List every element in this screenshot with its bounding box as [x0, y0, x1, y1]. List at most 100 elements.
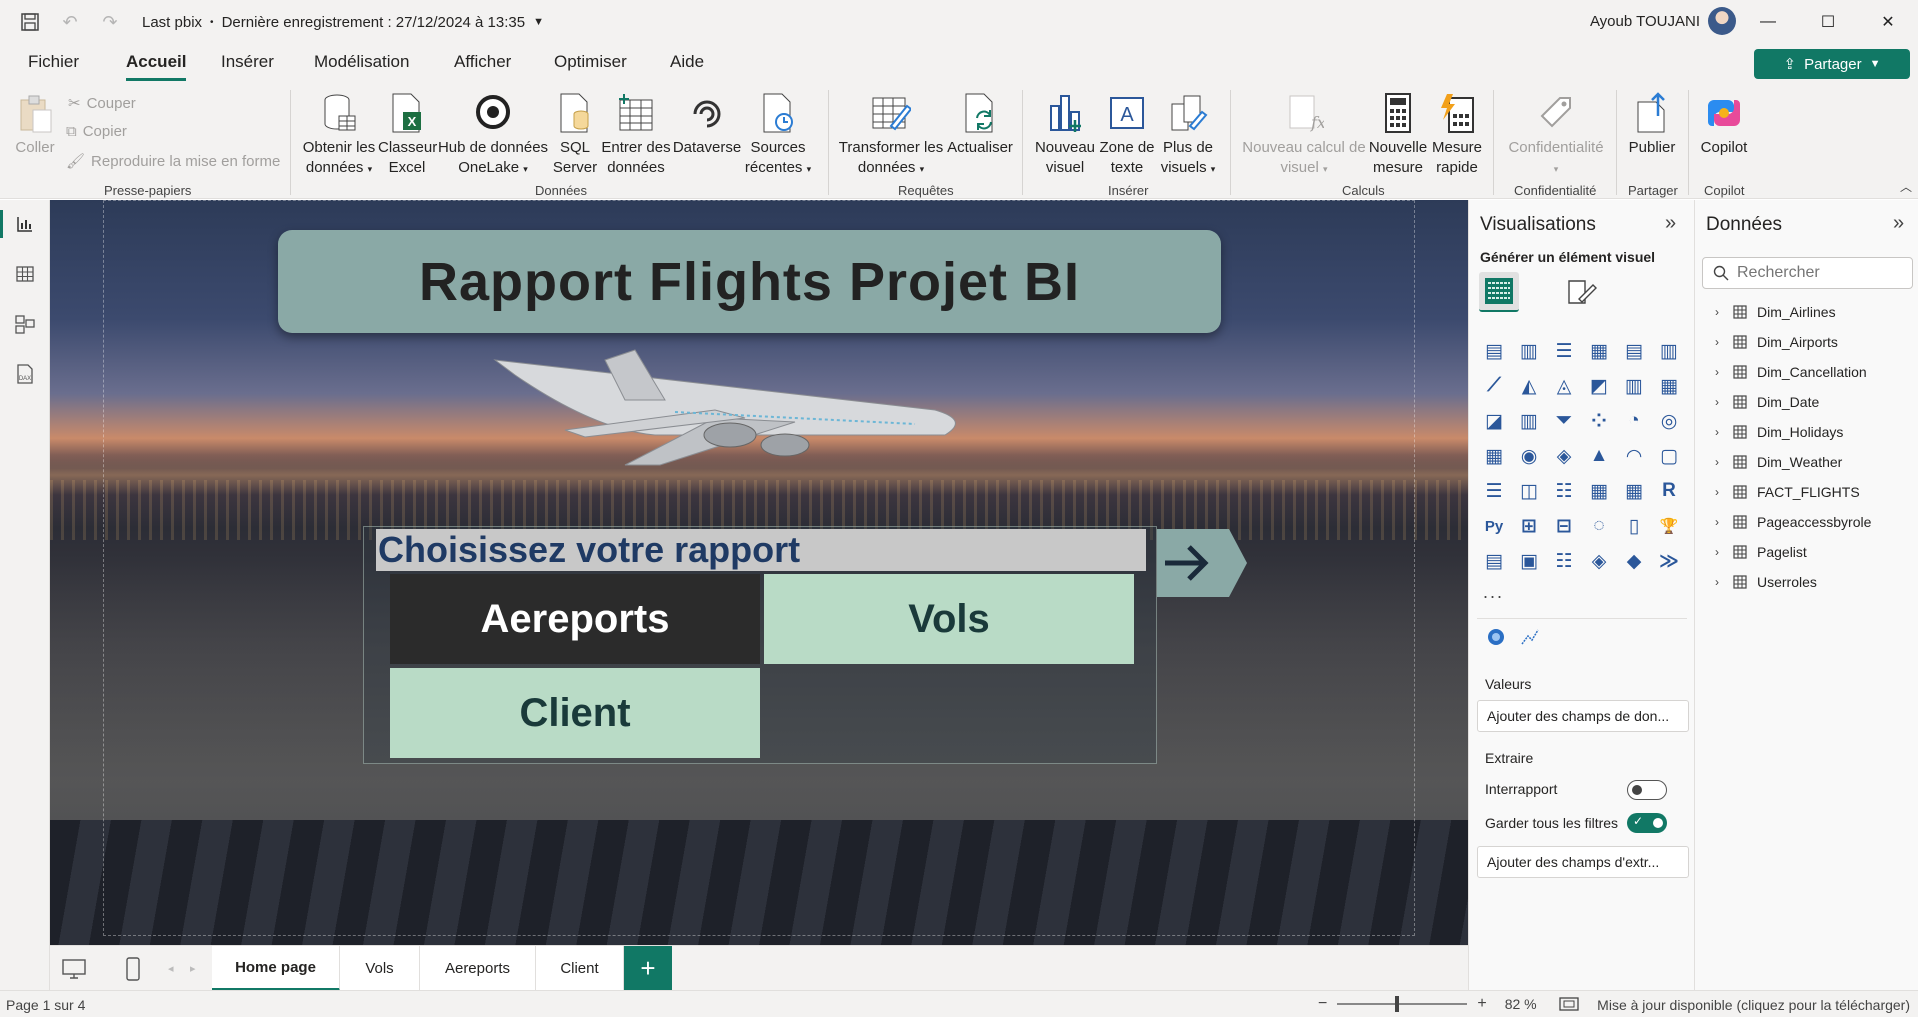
treemap-icon[interactable]: ▦ — [1481, 443, 1507, 469]
narrative-icon[interactable]: ▤ — [1481, 548, 1507, 574]
fit-to-page-icon[interactable] — [1558, 997, 1579, 1011]
desktop-layout-icon[interactable] — [62, 946, 86, 991]
pie-chart-icon[interactable]: ◔ — [1621, 408, 1647, 434]
data-search-box[interactable] — [1702, 257, 1913, 289]
drillthrough-drop-well[interactable]: Ajouter des champs d'extr... — [1477, 846, 1689, 878]
gauge-icon[interactable]: ◠ — [1621, 443, 1647, 469]
zoom-out-button[interactable]: − — [1318, 995, 1327, 1013]
tab-modelisation[interactable]: Modélisation — [314, 52, 409, 72]
build-visual-tab-icon[interactable] — [1479, 272, 1519, 312]
refresh-button[interactable]: Actualiser — [944, 92, 1016, 158]
undo-icon[interactable]: ↶ — [50, 0, 90, 44]
map-icon[interactable]: ◉ — [1516, 443, 1542, 469]
python-visual-icon[interactable]: Py — [1481, 513, 1507, 539]
tab-fichier[interactable]: Fichier — [28, 52, 79, 72]
new-visual-button[interactable]: Nouveau visuel — [1030, 92, 1100, 178]
get-data-button[interactable]: Obtenir les données ▾ — [300, 92, 378, 179]
chevron-right-icon[interactable]: › — [1715, 335, 1723, 349]
sensitivity-button[interactable]: Confidentialité ▾ — [1500, 92, 1612, 179]
table-item[interactable]: › FACT_FLIGHTS — [1715, 480, 1860, 504]
sql-server-button[interactable]: SQL Server — [552, 92, 598, 178]
waterfall-chart-icon[interactable]: ▥ — [1516, 408, 1542, 434]
paginated-report-icon[interactable]: ▯ — [1621, 513, 1647, 539]
slicer-icon[interactable]: ☷ — [1551, 478, 1577, 504]
publish-button[interactable]: Publier — [1622, 92, 1682, 158]
update-notification[interactable]: Mise à jour disponible (cliquez pour la … — [1597, 997, 1910, 1013]
chevron-down-icon[interactable]: ▼ — [533, 16, 544, 28]
table-item[interactable]: › Pageaccessbyrole — [1715, 510, 1871, 534]
collapse-pane-icon[interactable]: » — [1665, 212, 1676, 235]
stacked-bar-chart-icon[interactable]: ▤ — [1481, 338, 1507, 364]
transform-data-button[interactable]: Transformer les données ▾ — [836, 92, 946, 179]
line-chart-icon[interactable]: ⟋ — [1481, 373, 1507, 399]
arcgis-map-icon[interactable]: ◈ — [1586, 548, 1612, 574]
enter-data-button[interactable]: Entrer des données — [600, 92, 672, 178]
values-drop-well[interactable]: Ajouter des champs de don... — [1477, 700, 1689, 732]
vols-button[interactable]: Vols — [764, 574, 1134, 664]
zoom-slider-thumb[interactable] — [1394, 996, 1399, 1012]
chevron-right-icon[interactable]: › — [1715, 305, 1723, 319]
maximize-icon[interactable]: ☐ — [1798, 0, 1858, 44]
share-button[interactable]: ⇪ Partager ▼ — [1754, 49, 1910, 79]
minimize-icon[interactable]: — — [1738, 0, 1798, 44]
stacked-column-chart-icon[interactable]: ▥ — [1516, 338, 1542, 364]
format-painter-button[interactable]: 🖌 Reproduire la mise en forme — [66, 152, 280, 171]
line-clustered-column-chart-icon[interactable]: ▦ — [1656, 373, 1682, 399]
paste-button[interactable]: Coller — [12, 92, 58, 158]
azure-map-icon[interactable]: ▲ — [1586, 443, 1612, 469]
aereports-button[interactable]: Aereports — [390, 574, 760, 664]
tab-aide[interactable]: Aide — [670, 52, 704, 72]
search-input[interactable] — [1737, 264, 1897, 282]
collapse-ribbon-icon[interactable]: ︿ — [1900, 178, 1912, 195]
matrix-icon[interactable]: ▦ — [1621, 478, 1647, 504]
model-view-icon[interactable] — [0, 304, 50, 344]
key-influencers-icon[interactable]: ⊞ — [1516, 513, 1542, 539]
tab-inserer[interactable]: Insérer — [221, 52, 274, 72]
card-icon[interactable]: ▢ — [1656, 443, 1682, 469]
chevron-right-icon[interactable]: › — [1715, 395, 1723, 409]
page-tab-vols[interactable]: Vols — [340, 946, 420, 991]
report-view-icon[interactable] — [0, 204, 50, 244]
quick-measure-button[interactable]: Mesure rapide — [1428, 92, 1486, 178]
recent-sources-button[interactable]: Sources récentes ▾ — [742, 92, 814, 179]
new-visual-calculation-button[interactable]: fx Nouveau calcul de visuel ▾ — [1238, 92, 1370, 179]
chevron-right-icon[interactable]: › — [1715, 515, 1723, 529]
keep-filters-toggle[interactable] — [1627, 813, 1667, 833]
kpi-icon[interactable]: ◫ — [1516, 478, 1542, 504]
excel-workbook-button[interactable]: X Classeur Excel — [378, 92, 437, 178]
more-visuals-button[interactable]: Plus de visuels ▾ — [1156, 92, 1220, 179]
new-card-icon[interactable]: ▣ — [1516, 548, 1542, 574]
copy-button[interactable]: ⧉ Copier — [66, 123, 127, 140]
close-icon[interactable]: ✕ — [1858, 0, 1918, 44]
clustered-bar-chart-icon[interactable]: ☰ — [1551, 338, 1577, 364]
multi-row-card-icon[interactable]: ☰ — [1481, 478, 1507, 504]
stacked-area-chart-icon[interactable]: ◬ — [1551, 373, 1577, 399]
chevron-right-icon[interactable]: › — [1715, 545, 1723, 559]
add-page-button[interactable]: + — [624, 946, 672, 991]
scroll-left-icon[interactable]: ◂ — [168, 946, 174, 991]
new-measure-button[interactable]: Nouvelle mesure — [1366, 92, 1430, 178]
r-visual-icon[interactable]: R — [1656, 478, 1682, 504]
100-stacked-bar-chart-icon[interactable]: ▤ — [1621, 338, 1647, 364]
zoom-slider[interactable] — [1337, 996, 1468, 1012]
qa-icon[interactable]: ◌ — [1586, 513, 1612, 539]
qa-visual-icon[interactable] — [1485, 626, 1507, 651]
cut-button[interactable]: ✂ Couper — [68, 94, 136, 113]
zoom-in-button[interactable]: + — [1477, 995, 1486, 1013]
table-item[interactable]: › Dim_Cancellation — [1715, 360, 1867, 384]
scatter-chart-icon[interactable]: ⁘ — [1586, 408, 1612, 434]
table-item[interactable]: › Dim_Weather — [1715, 450, 1842, 474]
decomposition-tree-icon[interactable]: ⊟ — [1551, 513, 1577, 539]
avatar[interactable] — [1708, 7, 1736, 35]
smart-narrative-icon[interactable] — [1519, 626, 1541, 651]
chevron-right-icon[interactable]: › — [1715, 455, 1723, 469]
chevron-right-icon[interactable]: › — [1715, 425, 1723, 439]
table-item[interactable]: › Dim_Holidays — [1715, 420, 1843, 444]
document-title[interactable]: Last pbix • Dernière enregistrement : 27… — [142, 14, 544, 31]
scroll-right-icon[interactable]: ▸ — [190, 946, 196, 991]
format-visual-tab-icon[interactable] — [1561, 272, 1601, 312]
power-apps-icon[interactable]: ◆ — [1621, 548, 1647, 574]
cross-report-toggle[interactable] — [1627, 780, 1667, 800]
more-visuals-icon[interactable]: ... — [1483, 582, 1504, 603]
tab-afficher[interactable]: Afficher — [454, 52, 511, 72]
